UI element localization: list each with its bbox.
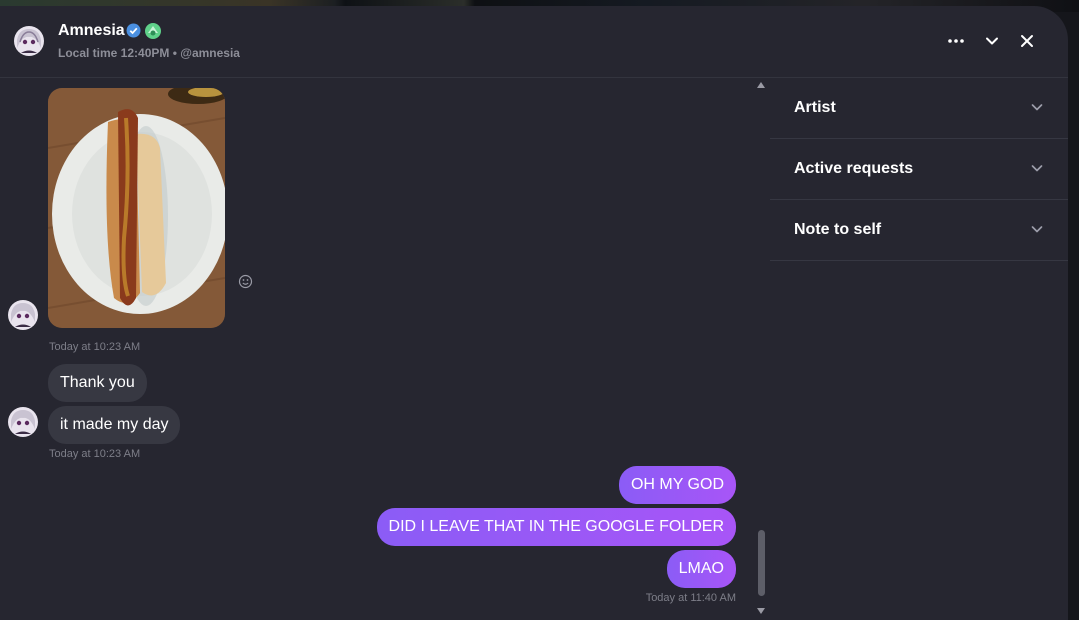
section-artist[interactable]: Artist bbox=[770, 78, 1068, 139]
avatar[interactable] bbox=[14, 26, 44, 56]
avatar[interactable] bbox=[8, 300, 38, 330]
outgoing-message[interactable]: LMAO bbox=[666, 550, 736, 588]
section-label: Artist bbox=[794, 99, 836, 116]
info-panel: Artist Active requests Note to self bbox=[770, 78, 1068, 620]
scroll-down-arrow[interactable] bbox=[757, 608, 765, 614]
hotdog-photo[interactable] bbox=[48, 88, 225, 328]
smiley-icon bbox=[238, 274, 253, 289]
close-button[interactable] bbox=[1016, 30, 1038, 52]
chevron-down-icon bbox=[1031, 165, 1043, 172]
incoming-message[interactable]: it made my day bbox=[48, 406, 181, 444]
message-timestamp: Today at 10:23 AM bbox=[49, 448, 141, 460]
add-reaction-button[interactable] bbox=[238, 274, 253, 289]
chevron-down-icon bbox=[1031, 226, 1043, 233]
scroll-thumb[interactable] bbox=[758, 530, 765, 596]
minimize-button[interactable] bbox=[981, 30, 1003, 52]
contact-name[interactable]: Amnesia bbox=[58, 22, 125, 40]
chevron-down-icon bbox=[1031, 104, 1043, 111]
contact-subtitle: Local time 12:40PM • @amnesia bbox=[58, 46, 240, 60]
section-active-requests[interactable]: Active requests bbox=[770, 139, 1068, 200]
message-timestamp: Today at 11:40 AM bbox=[645, 592, 736, 604]
chat-scrollbar[interactable] bbox=[754, 78, 768, 620]
chevron-down-icon bbox=[986, 37, 998, 45]
message-timestamp: Today at 10:23 AM bbox=[49, 341, 141, 353]
verified-icon bbox=[126, 23, 141, 38]
more-options-button[interactable] bbox=[945, 30, 967, 52]
more-icon bbox=[948, 39, 964, 43]
message-list[interactable]: Today at 10:23 AM Thank you it made my d… bbox=[0, 78, 754, 620]
section-label: Note to self bbox=[794, 221, 882, 238]
scroll-up-arrow[interactable] bbox=[757, 82, 765, 88]
close-icon bbox=[1021, 35, 1033, 47]
outgoing-message[interactable]: DID I LEAVE THAT IN THE GOOGLE FOLDER bbox=[376, 508, 736, 546]
outgoing-message[interactable]: OH MY GOD bbox=[618, 466, 736, 504]
incoming-message[interactable]: Thank you bbox=[48, 364, 147, 402]
avatar[interactable] bbox=[8, 407, 38, 437]
green-badge-icon bbox=[144, 22, 162, 40]
section-note-to-self[interactable]: Note to self bbox=[770, 200, 1068, 261]
chat-window: Amnesia Local time 12:40PM • @amnesia To… bbox=[0, 6, 1068, 620]
section-label: Active requests bbox=[794, 160, 914, 177]
chat-header: Amnesia Local time 12:40PM • @amnesia bbox=[0, 6, 1068, 78]
